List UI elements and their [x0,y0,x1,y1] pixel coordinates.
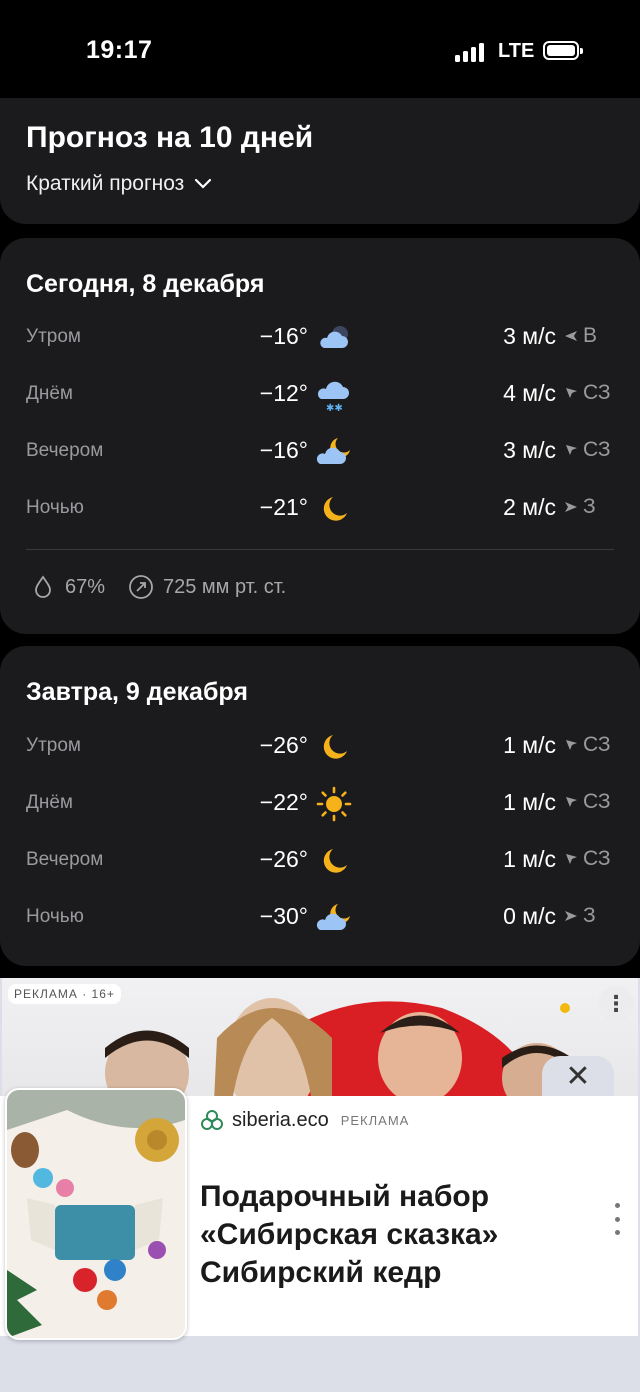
ad-options-icon[interactable] [607,1203,627,1235]
ad-label: РЕКЛАМА [340,1112,410,1128]
ad-product-image[interactable] [5,1088,187,1340]
forecast-row: Днём −22° 1 м/с СЗ [0,784,640,824]
ad-brand-name: siberia.eco [232,1108,329,1131]
partly-cloudy-night-icon [316,438,350,464]
summary-toggle[interactable]: Краткий прогноз [26,172,212,196]
page-title: Прогноз на 10 дней [26,121,314,154]
network-label: LTE [498,40,535,62]
ad-age-label: РЕКЛАМА · 16+ [8,984,121,1004]
signal-icon [455,42,489,62]
forecast-row: Утром −26° 1 м/с СЗ [0,727,640,767]
ad-headline-line: Подарочный набор [200,1180,490,1213]
wind-speed: 3 м/с [503,437,556,463]
battery-icon [543,41,583,60]
wind-direction: СЗ [564,847,611,871]
summary-toggle-label: Краткий прогноз [26,172,185,195]
pressure: 725 мм рт. ст. [128,570,286,604]
siberia-eco-logo-icon [201,1110,223,1130]
ad-headline-line: Сибирский кедр [200,1256,442,1289]
snow-cloud-icon: ✱✱ [317,381,349,413]
svg-text:✱✱: ✱✱ [326,403,343,413]
day-title: Завтра, 9 декабря [26,678,248,706]
temperature: −22° [259,789,308,815]
arrow-left-icon [565,331,577,341]
temperature: −26° [259,732,308,758]
forecast-row: Вечером −16° 3 м/с СЗ [0,432,640,472]
wind-speed: 0 м/с [503,903,556,929]
status-time: 19:17 [86,36,153,64]
day-title: Сегодня, 8 декабря [26,270,265,298]
temperature: −16° [259,323,308,349]
day-part: Вечером [26,849,104,870]
wind-direction: В [564,324,597,348]
wind-direction: З [564,495,596,519]
day-part: Вечером [26,440,104,461]
wind-direction: СЗ [564,733,611,757]
day-part: Утром [26,735,81,756]
pressure-gauge-icon [129,575,153,599]
moon-icon [323,735,347,759]
day-part: Утром [26,326,81,347]
forecast-header-card: Прогноз на 10 дней Краткий прогноз [0,98,640,224]
wind-direction: СЗ [564,790,611,814]
forecast-row: Ночью −30° 0 м/с З [0,898,640,938]
arrow-right-icon [565,502,577,512]
arrow-up-left-icon [566,740,577,750]
partly-cloudy-night-icon [316,904,350,930]
arrow-up-left-icon [566,388,577,398]
ad-banner[interactable]: РЕКЛАМА · 16+ ⋮ ✕ [2,978,638,1102]
temperature: −21° [259,494,308,520]
day-part: Ночью [26,906,84,927]
humidity-value: 67% [65,575,106,598]
status-bar: 19:17 LTE [0,0,640,98]
day-part: Ночью [26,497,84,518]
temperature: −16° [259,437,308,463]
arrow-up-left-icon [566,445,577,455]
humidity: 67% [30,570,105,604]
wind-speed: 3 м/с [503,323,556,349]
wind-speed: 1 м/с [503,732,556,758]
forecast-row: Ночью −21° 2 м/с З [0,489,640,529]
day-card-tomorrow[interactable]: Завтра, 9 декабря Утром −26° 1 м/с СЗ Дн… [0,646,640,966]
chevron-down-icon [195,178,212,189]
wind-speed: 4 м/с [503,380,556,406]
arrow-right-icon [565,911,577,921]
ad-indicator-dot [560,1003,570,1013]
moon-icon [323,849,347,873]
humidity-drop-icon [35,575,51,598]
divider [26,549,614,550]
temperature: −30° [259,903,308,929]
pressure-value: 725 мм рт. ст. [163,575,287,598]
ad-headline-line: «Сибирская сказка» [200,1218,499,1251]
wind-direction: СЗ [564,438,611,462]
moon-icon [323,497,347,521]
forecast-row: Днём −12° ✱✱ 4 м/с СЗ [0,375,640,415]
ad-more-button[interactable]: ⋮ [598,986,634,1022]
arrow-up-left-icon [566,854,577,864]
gift-box-image [7,1090,185,1338]
wind-speed: 2 м/с [503,494,556,520]
wind-direction: СЗ [564,381,611,405]
day-part: Днём [26,383,73,404]
night-cloudy-icon [320,326,348,348]
temperature: −12° [259,380,308,406]
sun-icon [316,786,352,822]
ad-brand[interactable]: siberia.eco РЕКЛАМА [200,1108,409,1132]
ad-headline[interactable]: Подарочный набор «Сибирская сказка» Сиби… [200,1178,580,1292]
day-card-today[interactable]: Сегодня, 8 декабря Утром −16° 3 м/с В Дн… [0,238,640,634]
forecast-row: Утром −16° 3 м/с В [0,318,640,358]
forecast-row: Вечером −26° 1 м/с СЗ [0,841,640,881]
wind-speed: 1 м/с [503,846,556,872]
day-part: Днём [26,792,73,813]
close-icon[interactable]: ✕ [542,1056,614,1096]
arrow-up-left-icon [566,797,577,807]
temperature: −26° [259,846,308,872]
wind-speed: 1 м/с [503,789,556,815]
wind-direction: З [564,904,596,928]
